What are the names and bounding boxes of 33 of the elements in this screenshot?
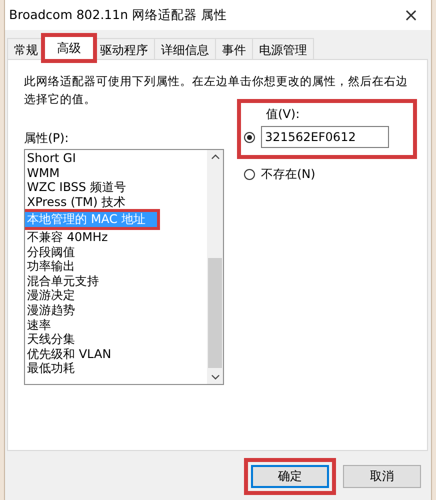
window-title: Broadcom 802.11n 网络适配器 属性 [9,6,227,24]
radio-button[interactable] [244,169,255,180]
ok-button[interactable]: 确定 [251,465,329,488]
list-item[interactable]: 不兼容 40MHz [25,230,207,245]
close-button[interactable]: × [391,0,431,30]
radio-label[interactable]: 不存在(N) [261,166,316,183]
list-item[interactable]: XPress (TM) 技术 [25,194,207,210]
list-item[interactable]: 漫游趋势 [25,302,207,318]
list-item[interactable]: 功率输出 [25,259,207,274]
list-item[interactable]: 混合单元支持 [25,274,207,288]
list-item[interactable]: 最低功耗 [25,361,207,376]
property-label: 属性(P): [24,130,70,147]
list-item[interactable]: 分段阈值 [25,244,207,260]
list-item[interactable]: WMM [25,166,207,180]
cancel-button[interactable]: 取消 [343,465,421,488]
list-item[interactable]: 速率 [25,318,207,332]
radio-button[interactable] [244,132,255,142]
list-item[interactable]: Short GI [25,151,207,166]
property-list[interactable]: Short GI WMM WZC IBSS 频道号 XPress (TM) 技术 本地管理的 MAC 地址 不兼容 40MHz 分段阈值 功率输出 混合单元支持 漫游决定 漫游趋势 速率 天线分集 优先级和 VLAN 最低功耗 [24,149,224,385]
tab[interactable]: 高级 [44,36,94,60]
list-item[interactable]: 天线分集 [25,332,207,347]
value-label: 值(V): [266,106,301,123]
list-item[interactable]: 优先级和 VLAN [25,346,207,362]
description-text: 此网络适配器可使用下列属性。在左边单击你想更改的属性，然后在右边选择它的值。 [24,73,409,108]
tab[interactable]: 事件 [215,38,253,59]
tab[interactable]: 详细信息 [154,38,216,59]
scroll-bar[interactable] [207,150,223,384]
scroll-up-icon[interactable] [210,154,220,160]
value-field[interactable]: 321562EF0612 [261,126,389,148]
list-item[interactable]: WZC IBSS 频道号 [25,180,207,195]
scroll-down-icon[interactable] [210,374,220,380]
tab[interactable]: 电源管理 [252,38,314,59]
list-item[interactable]: 漫游决定 [25,288,207,303]
